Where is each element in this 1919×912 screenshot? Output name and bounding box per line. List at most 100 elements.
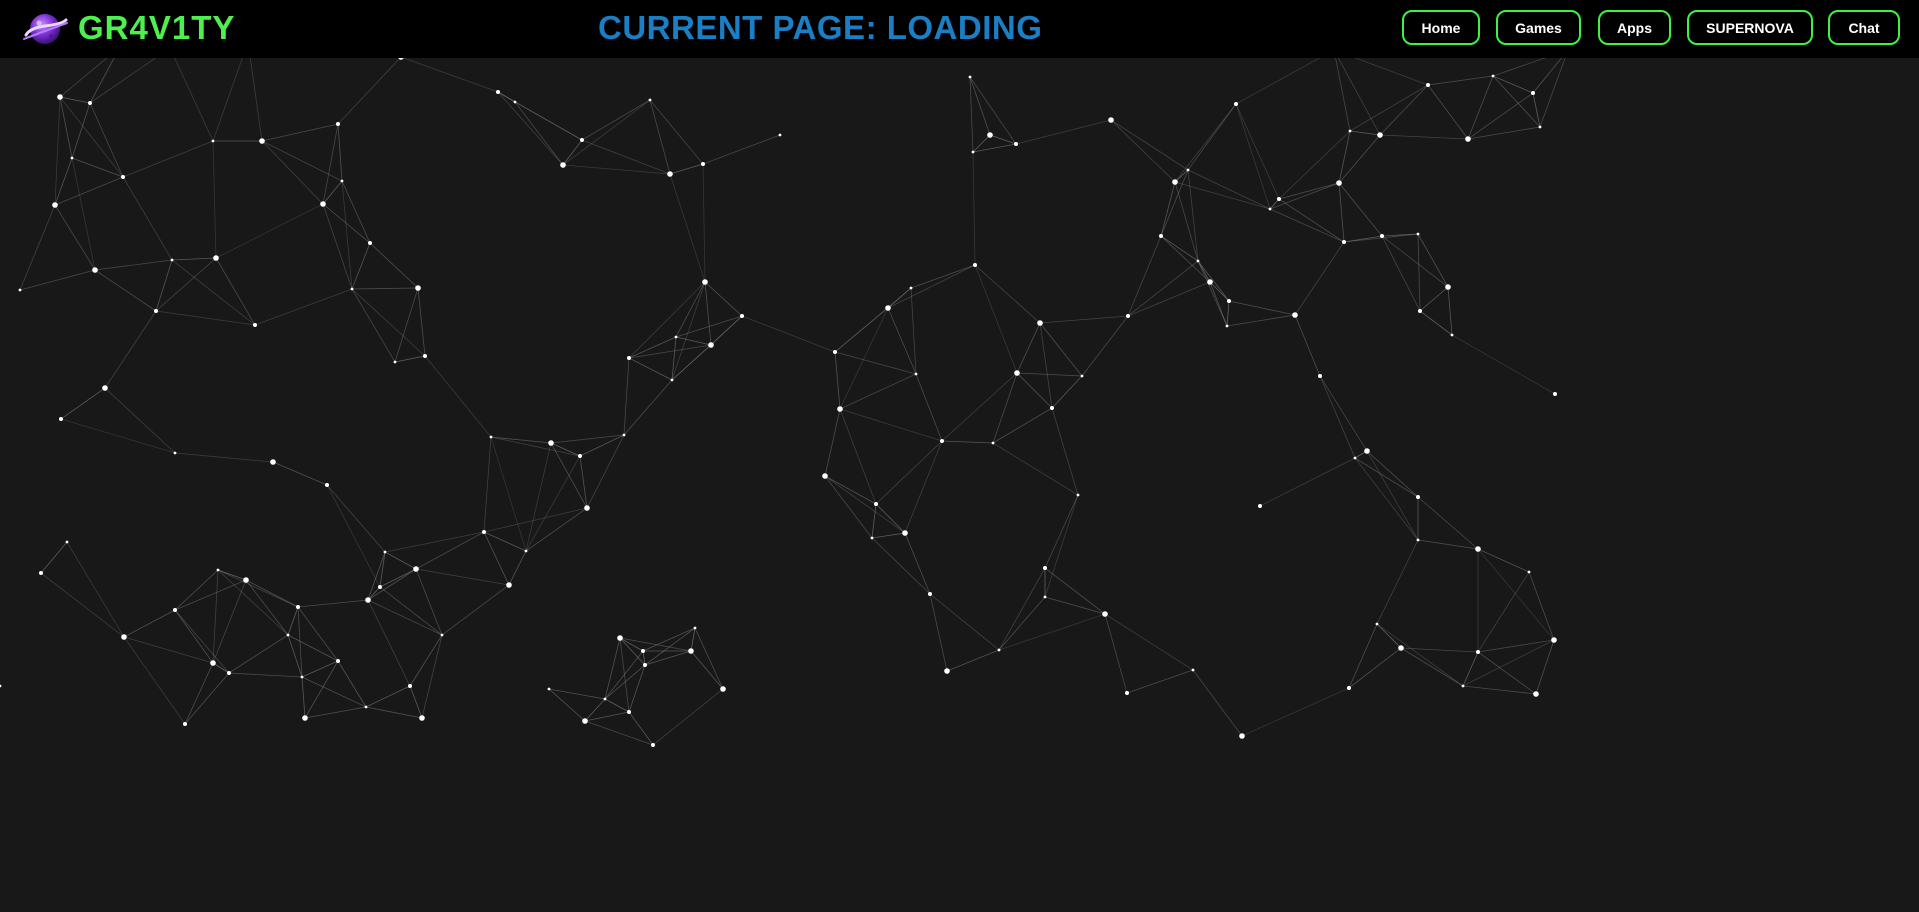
network-link (946, 649, 1000, 672)
network-link (1333, 49, 1381, 136)
network-link (875, 503, 906, 534)
network-link (992, 442, 1079, 496)
network-node (1159, 234, 1163, 238)
network-link (379, 568, 417, 588)
network-link (1417, 233, 1421, 312)
network-link (871, 503, 877, 539)
network-node (1080, 374, 1084, 378)
network-node (870, 536, 874, 540)
network-link (54, 157, 73, 206)
network-link (1467, 126, 1541, 140)
nav-chat-button[interactable]: Chat (1828, 10, 1900, 45)
network-link (1235, 103, 1280, 200)
network-link (915, 373, 943, 442)
network-link (974, 264, 1018, 374)
network-node (1364, 448, 1370, 454)
network-link (174, 569, 219, 611)
network-link (54, 96, 61, 206)
nav-apps-button[interactable]: Apps (1598, 10, 1671, 45)
network-node (1538, 125, 1542, 129)
network-node (227, 671, 231, 675)
network-node (121, 634, 127, 640)
network-link (992, 407, 1053, 444)
network-node (216, 568, 220, 572)
network-node (1125, 691, 1129, 695)
network-link (212, 662, 230, 674)
network-link (71, 157, 96, 271)
network-link (1051, 407, 1079, 496)
network-link (584, 720, 654, 746)
network-node (213, 255, 219, 261)
network-node (489, 435, 493, 439)
network-node (1292, 312, 1298, 318)
network-link (834, 307, 889, 353)
network-link (1044, 567, 1106, 615)
network-link (562, 99, 651, 166)
network-link (326, 484, 381, 588)
network-node (940, 439, 944, 443)
network-link (550, 434, 625, 444)
network-link (71, 102, 91, 159)
network-node (1342, 240, 1346, 244)
network-link (628, 336, 677, 359)
network-link (1269, 208, 1345, 243)
network-link (394, 355, 426, 363)
network-node (320, 201, 326, 207)
network-link (623, 357, 630, 436)
network-link (581, 99, 651, 141)
nav-home-button[interactable]: Home (1402, 10, 1480, 45)
network-node (991, 441, 995, 445)
network-node (1043, 566, 1047, 570)
network-node (1553, 392, 1557, 396)
network-node (547, 687, 551, 691)
network-node (1207, 279, 1213, 285)
network-node (1347, 686, 1351, 690)
network-link (675, 336, 712, 346)
network-link (579, 434, 625, 457)
nav-supernova-button[interactable]: SUPERNOVA (1687, 10, 1813, 45)
network-link (417, 287, 426, 357)
network-node (1531, 91, 1535, 95)
network-link (675, 315, 743, 338)
network-link (122, 140, 214, 178)
network-link (1427, 75, 1494, 86)
current-page-title: CURRENT PAGE: LOADING (598, 9, 1043, 46)
network-node (1014, 142, 1018, 146)
purple-planet-ring-icon[interactable] (20, 8, 70, 50)
network-link (217, 569, 289, 636)
network-link (89, 102, 124, 178)
network-link (497, 91, 564, 166)
network-link (297, 599, 369, 608)
network-link (66, 541, 125, 638)
network-node (440, 633, 444, 637)
network-link (215, 203, 324, 259)
network-link (1379, 84, 1429, 136)
network-node (243, 577, 249, 583)
network-link (690, 650, 724, 690)
network-link (1528, 571, 1555, 641)
network-link (1333, 49, 1351, 132)
network-node (59, 417, 63, 421)
network-link (669, 173, 706, 283)
network-node (1461, 684, 1465, 688)
network-link (301, 676, 306, 719)
network-node (987, 132, 993, 138)
network-link (514, 101, 583, 141)
network-link (1467, 92, 1534, 140)
network-link (1366, 450, 1419, 498)
network-link (1376, 623, 1402, 649)
network-link (304, 660, 339, 719)
nav-games-button[interactable]: Games (1496, 10, 1581, 45)
network-link (910, 287, 917, 375)
network-link (245, 579, 289, 636)
network-link (483, 531, 527, 552)
network-link (409, 634, 443, 687)
network-node (1186, 168, 1190, 172)
network-node (643, 663, 647, 667)
network-node (708, 342, 714, 348)
network-link (628, 711, 654, 746)
network-link (384, 551, 417, 570)
network-link (184, 662, 214, 725)
brand-name[interactable]: GR4V1TY (78, 9, 235, 47)
network-link (1462, 651, 1479, 687)
